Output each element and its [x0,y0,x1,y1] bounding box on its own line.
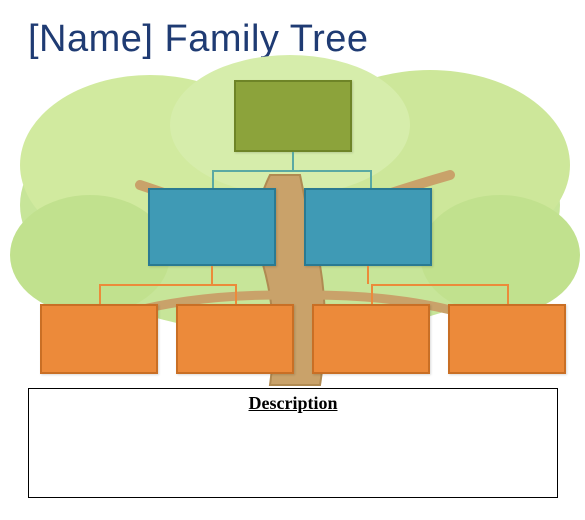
connector [370,170,372,188]
connector [507,284,509,304]
description-heading: Description [29,393,557,414]
connector [99,284,101,304]
connector [211,266,213,284]
connector [212,170,214,188]
tree-node-level2[interactable] [304,188,432,266]
tree-node-level2[interactable] [148,188,276,266]
tree-node-level3[interactable] [448,304,566,374]
tree-node-root[interactable] [234,80,352,152]
family-tree-chart [0,80,585,400]
tree-node-level3[interactable] [312,304,430,374]
tree-node-level3[interactable] [40,304,158,374]
connector [235,284,237,304]
connector [371,284,373,304]
document-page: [Name] Family Tree [0,0,585,520]
tree-node-level3[interactable] [176,304,294,374]
connector [99,284,237,286]
connector [212,170,372,172]
connector [367,266,369,284]
connector [292,152,294,170]
connector [371,284,509,286]
description-box[interactable]: Description [28,388,558,498]
